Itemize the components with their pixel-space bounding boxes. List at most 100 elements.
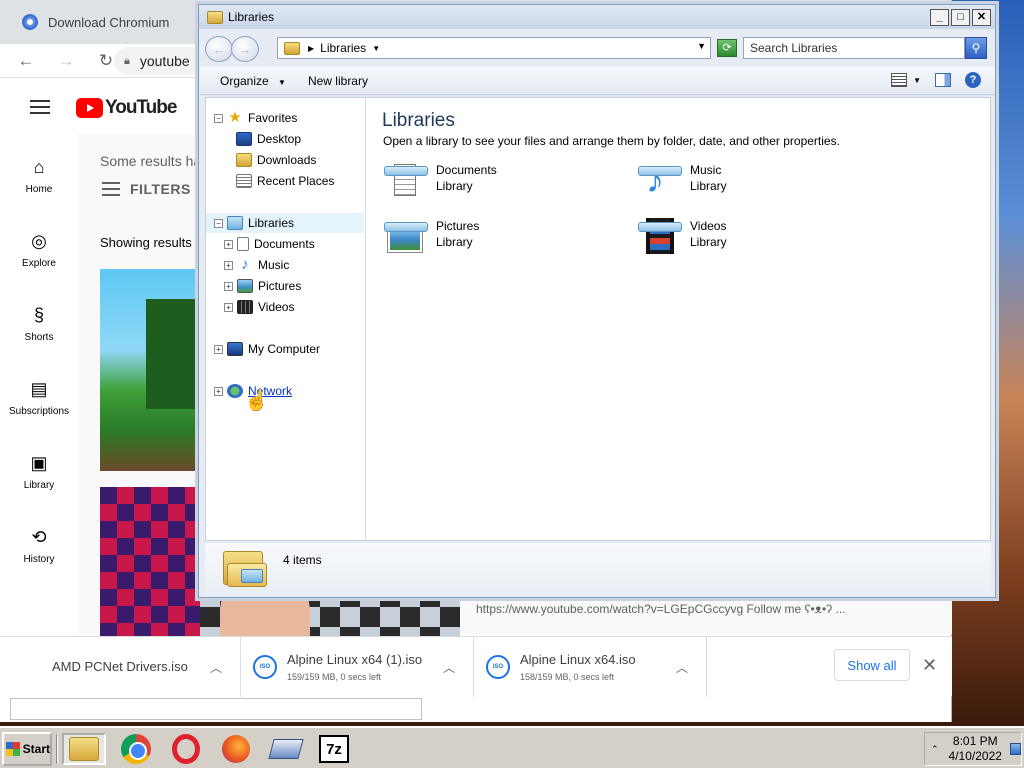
start-label: Start	[22, 742, 50, 756]
clock[interactable]: 8:01 PM 4/10/2022	[949, 734, 1002, 764]
tree-item-videos[interactable]: + Videos	[224, 297, 294, 317]
tree-item-desktop[interactable]: Desktop	[236, 129, 301, 149]
taskbar-7zip-button[interactable]: 7z	[312, 733, 356, 765]
tree-item-libraries[interactable]: − Libraries	[206, 213, 364, 233]
tree-item-downloads[interactable]: Downloads	[236, 150, 316, 170]
breadcrumb-arrow-icon[interactable]: ▶	[308, 44, 314, 53]
libraries-icon	[227, 216, 243, 230]
iso-file-icon: ISO	[253, 654, 277, 679]
collapse-icon[interactable]: −	[214, 113, 223, 123]
organize-label: Organize	[220, 73, 269, 88]
breadcrumb[interactable]: Libraries	[320, 41, 366, 55]
minimize-button[interactable]: _	[930, 9, 949, 26]
opera-icon	[172, 734, 200, 764]
preview-pane-icon[interactable]	[935, 73, 951, 87]
address-bar[interactable]: 🔒︎ youtube	[114, 47, 204, 75]
new-library-button[interactable]: New library	[308, 74, 368, 88]
sidebar-item-history[interactable]: ⟲ History	[0, 510, 78, 584]
library-tile-pictures[interactable]: Pictures Library	[382, 218, 479, 266]
start-button[interactable]: Start	[2, 732, 52, 766]
refresh-button[interactable]: ⟳	[717, 39, 737, 57]
system-tray: ⌃ 8:01 PM 4/10/2022	[924, 732, 1022, 766]
chevron-up-icon[interactable]: ︿	[676, 659, 688, 676]
sidebar-item-shorts[interactable]: § Shorts	[0, 288, 78, 362]
sidebar-item-subscriptions[interactable]: ▤ Subscriptions	[0, 362, 78, 436]
sidebar-item-label: Subscriptions	[8, 406, 70, 417]
chevron-down-icon[interactable]: ▼	[913, 76, 921, 85]
maximize-button[interactable]: □	[951, 9, 970, 26]
youtube-logo[interactable]: YouTube	[76, 97, 177, 119]
chevron-up-icon[interactable]: ︿	[443, 659, 455, 676]
close-icon[interactable]: ✕	[922, 655, 937, 676]
download-filename: AMD PCNet Drivers.iso	[52, 659, 188, 674]
network-globe-icon	[227, 384, 243, 398]
seven-zip-icon: 7z	[319, 735, 349, 763]
show-all-button[interactable]: Show all	[834, 649, 910, 681]
organize-menu[interactable]: Organize ▼	[220, 74, 286, 88]
youtube-play-icon	[76, 98, 103, 118]
taskbar-explorer-button[interactable]	[62, 733, 106, 765]
menu-icon[interactable]	[30, 100, 50, 114]
sidebar-item-library[interactable]: ▣ Library	[0, 436, 78, 510]
forward-arrow-icon[interactable]: →	[56, 51, 76, 71]
chevron-down-icon[interactable]: ▼	[372, 44, 380, 53]
iso-file-icon: ISO	[486, 654, 510, 679]
explorer-titlebar[interactable]: Libraries _ □ ✕	[199, 5, 995, 29]
expand-icon[interactable]: +	[224, 281, 233, 291]
tree-item-music[interactable]: + ♪ Music	[224, 255, 289, 275]
chevron-up-icon[interactable]: ︿	[210, 659, 222, 676]
network-tray-icon[interactable]	[1009, 743, 1021, 755]
expand-icon[interactable]: +	[224, 239, 233, 249]
download-filename: Alpine Linux x64.iso	[520, 651, 636, 667]
download-item[interactable]: ISO Alpine Linux x64.iso 158/159 MB, 0 s…	[474, 636, 707, 697]
tree-item-label: My Computer	[248, 342, 321, 356]
taskbar-drive-button[interactable]	[264, 733, 308, 765]
tray-expand-icon[interactable]: ⌃	[931, 744, 939, 755]
search-icon[interactable]: ⚲	[965, 37, 987, 59]
address-dropdown-icon[interactable]: ▼	[697, 41, 706, 51]
explorer-window: Libraries _ □ ✕ ← → ▶ Libraries ▼ ▼ ⟳ Se…	[198, 4, 996, 598]
tree-item-recent-places[interactable]: Recent Places	[236, 171, 334, 191]
download-item[interactable]: AMD PCNet Drivers.iso ︿	[0, 636, 241, 697]
tree-item-label: Favorites	[248, 111, 298, 125]
library-type: Library	[436, 235, 473, 249]
expand-icon[interactable]: +	[214, 386, 223, 396]
expand-icon[interactable]: +	[214, 344, 223, 354]
computer-icon	[227, 342, 243, 356]
close-button[interactable]: ✕	[972, 9, 991, 26]
reload-icon[interactable]: ↻	[96, 51, 116, 71]
search-input[interactable]: Search Libraries	[743, 37, 965, 59]
explorer-address-bar[interactable]: ▶ Libraries ▼ ▼	[277, 37, 711, 59]
tree-item-label: Videos	[258, 300, 295, 314]
taskbar-chrome-button[interactable]	[114, 733, 158, 765]
home-icon: ⌂	[33, 157, 45, 177]
sidebar-item-explore[interactable]: ◎ Explore	[0, 214, 78, 288]
download-item[interactable]: ISO Alpine Linux x64 (1).iso 159/159 MB,…	[241, 636, 474, 697]
library-tile-documents[interactable]: Documents Library	[382, 162, 497, 210]
collapse-icon[interactable]: −	[214, 218, 223, 228]
forward-button[interactable]: →	[231, 36, 259, 62]
download-filename: Alpine Linux x64 (1).iso	[287, 651, 423, 667]
chrome-window-title: Download Chromium	[48, 14, 170, 30]
sidebar-item-home[interactable]: ⌂ Home	[0, 140, 78, 214]
expand-icon[interactable]: +	[224, 302, 233, 312]
video-thumbnail[interactable]	[100, 269, 200, 471]
taskbar-firefox-button[interactable]	[214, 733, 258, 765]
taskbar-opera-button[interactable]	[164, 733, 208, 765]
picture-icon	[237, 279, 253, 293]
tree-item-my-computer[interactable]: + My Computer	[214, 339, 320, 359]
change-view-icon[interactable]	[891, 73, 908, 87]
tree-item-label: Downloads	[257, 153, 317, 167]
back-button[interactable]: ←	[205, 36, 233, 62]
expand-icon[interactable]: +	[224, 260, 233, 270]
back-arrow-icon[interactable]: ←	[16, 51, 36, 71]
firefox-icon	[222, 735, 250, 763]
tree-item-pictures[interactable]: + Pictures	[224, 276, 301, 296]
tree-item-documents[interactable]: + Documents	[224, 234, 315, 254]
library-tile-videos[interactable]: Videos Library	[636, 218, 727, 266]
libraries-folder-icon	[223, 549, 267, 589]
library-tile-music[interactable]: ♪ Music Library	[636, 160, 727, 210]
tree-item-favorites[interactable]: − ★ Favorites	[214, 108, 297, 128]
help-icon[interactable]: ?	[965, 72, 981, 88]
filters-button[interactable]: FILTERS	[102, 181, 191, 197]
